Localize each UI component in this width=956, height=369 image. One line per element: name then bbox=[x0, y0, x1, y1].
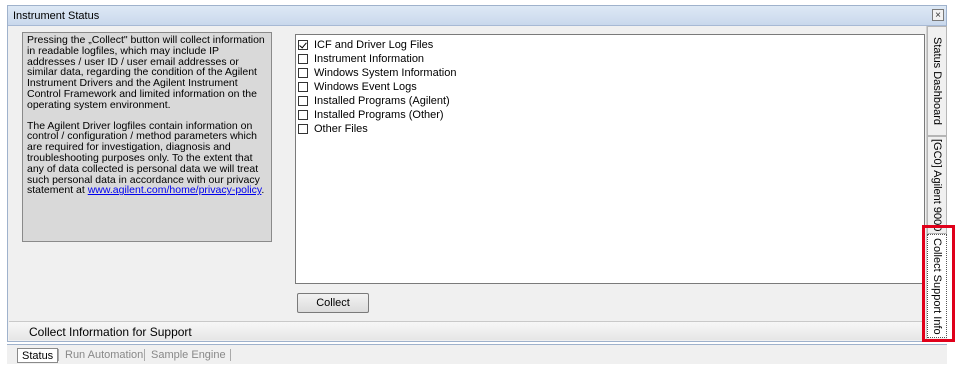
info-paragraph-2: The Agilent Driver logfiles contain info… bbox=[27, 120, 267, 197]
option-windows-system-info[interactable]: Windows System Information bbox=[298, 66, 456, 80]
checkbox-icon[interactable] bbox=[298, 110, 308, 120]
option-label: Installed Programs (Agilent) bbox=[314, 95, 450, 107]
checkbox-icon[interactable] bbox=[298, 68, 308, 78]
checkbox-icon[interactable] bbox=[298, 96, 308, 106]
side-tab-status-dashboard[interactable]: Status Dashboard bbox=[927, 26, 947, 136]
option-instrument-info[interactable]: Instrument Information bbox=[298, 52, 424, 66]
tab-run-automation[interactable]: Run Automation bbox=[61, 348, 147, 363]
privacy-policy-link[interactable]: www.agilent.com/home/privacy-policy bbox=[88, 184, 262, 196]
close-icon: × bbox=[935, 10, 941, 21]
tab-separator bbox=[230, 349, 231, 361]
tab-sample-engine[interactable]: Sample Engine bbox=[147, 348, 230, 363]
tab-separator bbox=[144, 349, 145, 361]
option-label: Windows System Information bbox=[314, 67, 457, 79]
section-header: Collect Information for Support bbox=[9, 321, 925, 340]
window-title: Instrument Status bbox=[13, 10, 100, 22]
checkbox-checked-icon[interactable] bbox=[298, 40, 308, 50]
title-bar: Instrument Status × bbox=[8, 6, 946, 26]
privacy-info-box: Pressing the „Collect" button will colle… bbox=[22, 32, 272, 242]
options-list: ICF and Driver Log Files Instrument Info… bbox=[295, 34, 925, 284]
collect-support-panel: Pressing the „Collect" button will colle… bbox=[9, 26, 925, 341]
option-label: Installed Programs (Other) bbox=[314, 109, 444, 121]
option-label: Windows Event Logs bbox=[314, 81, 417, 93]
highlight-box bbox=[922, 225, 955, 342]
close-button[interactable]: × bbox=[932, 9, 944, 21]
link-suffix: . bbox=[261, 184, 265, 197]
section-header-label: Collect Information for Support bbox=[29, 325, 192, 339]
checkbox-icon[interactable] bbox=[298, 124, 308, 134]
option-installed-programs-agilent[interactable]: Installed Programs (Agilent) bbox=[298, 94, 450, 108]
option-windows-event-logs[interactable]: Windows Event Logs bbox=[298, 80, 417, 94]
option-label: ICF and Driver Log Files bbox=[314, 39, 434, 51]
option-other-files[interactable]: Other Files bbox=[298, 122, 368, 136]
side-tab-label: [GC0] Agilent 9000 bbox=[931, 138, 943, 232]
side-tab-label: Status Dashboard bbox=[931, 36, 943, 126]
option-icf-driver-logs[interactable]: ICF and Driver Log Files bbox=[298, 38, 433, 52]
option-label: Instrument Information bbox=[314, 53, 425, 65]
info-paragraph-1: Pressing the „Collect" button will colle… bbox=[27, 34, 265, 111]
bottom-tab-strip: Status Run Automation Sample Engine bbox=[7, 344, 947, 364]
tab-status[interactable]: Status bbox=[17, 348, 59, 363]
side-tab-gc0-agilent[interactable]: [GC0] Agilent 9000 bbox=[927, 136, 947, 234]
checkbox-icon[interactable] bbox=[298, 54, 308, 64]
option-label: Other Files bbox=[314, 123, 368, 135]
option-installed-programs-other[interactable]: Installed Programs (Other) bbox=[298, 108, 444, 122]
checkbox-icon[interactable] bbox=[298, 82, 308, 92]
tab-separator bbox=[58, 349, 59, 361]
instrument-status-window: Instrument Status × Pressing the „Collec… bbox=[7, 5, 947, 342]
collect-button[interactable]: Collect bbox=[297, 293, 369, 313]
